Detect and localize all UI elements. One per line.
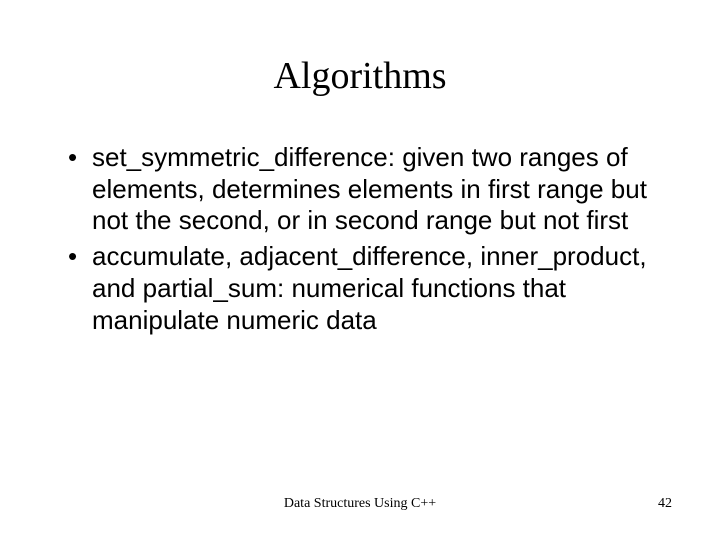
slide: Algorithms set_symmetric_difference: giv… [0, 0, 720, 540]
list-item: set_symmetric_difference: given two rang… [72, 142, 672, 237]
bullet-list: set_symmetric_difference: given two rang… [48, 142, 672, 336]
slide-title: Algorithms [48, 54, 672, 98]
list-item: accumulate, adjacent_difference, inner_p… [72, 241, 672, 336]
page-number: 42 [658, 496, 672, 512]
footer-text: Data Structures Using C++ [0, 496, 720, 512]
